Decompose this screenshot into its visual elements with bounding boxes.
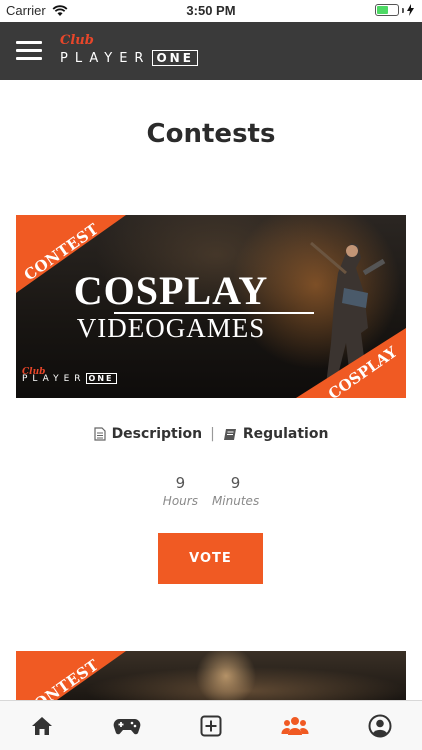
add-square-icon — [200, 715, 222, 736]
countdown-hours: 9 Hours — [163, 474, 198, 508]
countdown-minutes-value: 9 — [230, 474, 241, 492]
charging-icon — [407, 4, 414, 16]
description-link[interactable]: Description — [93, 426, 203, 442]
tab-add[interactable] — [181, 706, 241, 746]
banner-logo: Club PLAYER ONE — [22, 367, 117, 384]
regulation-label: Regulation — [242, 426, 329, 442]
logo-one: ONE — [152, 50, 198, 66]
battery-icon — [375, 4, 399, 16]
tab-home[interactable] — [12, 706, 72, 746]
gamepad-icon — [113, 718, 140, 734]
home-icon — [32, 716, 53, 735]
contest-links: Description | Regulation — [0, 426, 422, 442]
book-icon — [223, 428, 236, 440]
status-right — [375, 4, 414, 16]
status-bar: Carrier 3:50 PM — [0, 0, 422, 22]
countdown-hours-value: 9 — [175, 474, 186, 492]
battery-level — [377, 6, 388, 14]
vote-button[interactable]: VOTE — [158, 533, 263, 584]
hamburger-menu-button[interactable] — [16, 41, 42, 61]
hamburger-icon-line — [16, 49, 42, 52]
tab-profile[interactable] — [350, 706, 410, 746]
bottom-tab-bar — [0, 700, 422, 750]
battery-cap — [402, 7, 404, 13]
status-time: 3:50 PM — [186, 3, 236, 18]
links-separator: | — [210, 426, 215, 442]
description-label: Description — [111, 426, 203, 442]
tab-games[interactable] — [97, 706, 157, 746]
app-header: Club PLAYER ONE — [0, 22, 422, 80]
logo-player: PLAYER — [60, 50, 151, 66]
group-icon — [281, 716, 309, 735]
hamburger-icon-line — [16, 41, 42, 44]
user-circle-icon — [368, 714, 392, 737]
banner-logo-one: ONE — [85, 373, 117, 384]
club-player-one-logo: Club PLAYER ONE — [60, 33, 198, 68]
regulation-link[interactable]: Regulation — [223, 426, 329, 442]
logo-script: Club — [60, 33, 94, 48]
banner-subtitle: VIDEOGAMES — [76, 313, 266, 343]
countdown-minutes-label: Minutes — [211, 494, 260, 508]
banner-title: COSPLAY — [73, 268, 269, 313]
page-title: Contests — [146, 119, 276, 149]
tab-contests[interactable] — [265, 706, 325, 746]
countdown-timer: 9 Hours 9 Minutes — [0, 474, 422, 508]
banner-logo-script: Club — [22, 367, 46, 377]
document-icon — [93, 427, 106, 441]
contest-banner[interactable]: CONTEST — [16, 651, 406, 701]
hamburger-icon-line — [16, 57, 42, 60]
countdown-hours-label: Hours — [162, 494, 198, 508]
countdown-minutes: 9 Minutes — [212, 474, 259, 508]
contest-banner[interactable]: CONTEST COSPLAY COSPLAY VIDEOGAMES Club … — [16, 215, 406, 398]
